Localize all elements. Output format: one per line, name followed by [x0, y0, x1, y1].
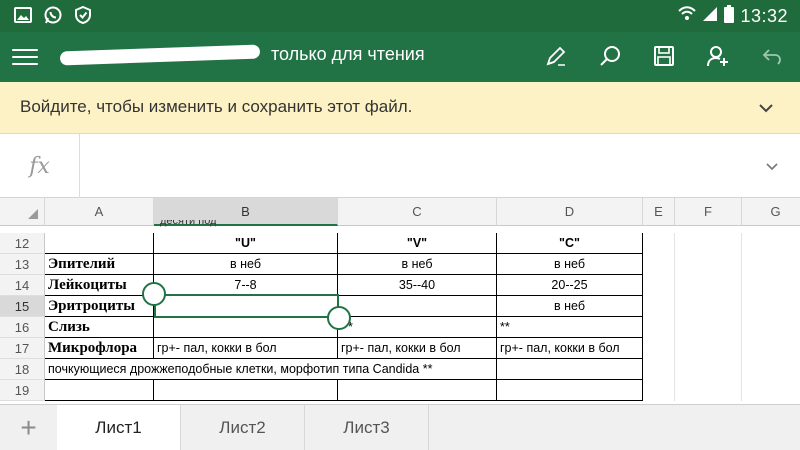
- column-header-c[interactable]: C: [338, 198, 497, 226]
- clock: 13:32: [740, 6, 788, 26]
- cell-b12[interactable]: "U": [154, 233, 338, 254]
- sign-in-message-bar[interactable]: Войдите, чтобы изменить и сохранить этот…: [0, 82, 800, 134]
- column-header-g[interactable]: G: [742, 198, 800, 226]
- row-header-16[interactable]: 16: [0, 317, 45, 338]
- cell-a12[interactable]: [45, 233, 154, 254]
- cell-a16[interactable]: Слизь: [45, 317, 154, 338]
- partial-cell-text: десяти под: [160, 220, 217, 227]
- row-header-19[interactable]: 19: [0, 380, 45, 401]
- row-header-14[interactable]: 14: [0, 275, 45, 296]
- formula-bar[interactable]: fx: [0, 134, 800, 198]
- cell-b14[interactable]: 7--8: [154, 275, 338, 296]
- tab-sheet1[interactable]: Лист1: [57, 405, 181, 450]
- spreadsheet-grid[interactable]: A B C D E F G десяти под 12 13 14 15 16 …: [0, 198, 800, 404]
- cell-a17[interactable]: Микрофлора: [45, 338, 154, 359]
- cell-d17[interactable]: гр+- пал, кокки в бол: [497, 338, 643, 359]
- row-header-18[interactable]: 18: [0, 359, 45, 380]
- cell-d16[interactable]: **: [497, 317, 643, 338]
- cell-a19[interactable]: [45, 380, 154, 401]
- tab-sheet2[interactable]: Лист2: [181, 405, 305, 450]
- sign-in-message: Войдите, чтобы изменить и сохранить этот…: [20, 97, 413, 116]
- row-header-17[interactable]: 17: [0, 338, 45, 359]
- cell-d14[interactable]: 20--25: [497, 275, 643, 296]
- whatsapp-icon: [44, 6, 62, 24]
- menu-icon[interactable]: [12, 44, 38, 70]
- cell-selection[interactable]: [154, 294, 339, 318]
- cell-c19[interactable]: [338, 380, 497, 401]
- column-header-e[interactable]: E: [643, 198, 675, 226]
- cell-c14[interactable]: 35--40: [338, 275, 497, 296]
- cell-a14[interactable]: Лейкоциты: [45, 275, 154, 296]
- add-sheet-button[interactable]: +: [0, 405, 57, 450]
- cell-d12[interactable]: "C": [497, 233, 643, 254]
- chevron-down-icon[interactable]: [754, 96, 778, 120]
- column-f-empty[interactable]: [675, 233, 742, 401]
- row-header-15[interactable]: 15: [0, 296, 45, 317]
- search-icon[interactable]: [596, 42, 624, 70]
- column-header-a[interactable]: A: [45, 198, 154, 226]
- shield-icon: [74, 5, 92, 25]
- signal-icon: [702, 6, 718, 27]
- sheet-tabs-bar: + Лист1 Лист2 Лист3: [0, 404, 800, 450]
- fx-label: fx: [0, 134, 80, 198]
- battery-icon: [724, 5, 735, 28]
- cell-c13[interactable]: в неб: [338, 254, 497, 275]
- document-title: только для чтения: [59, 44, 425, 66]
- cell-c15[interactable]: [338, 296, 497, 317]
- cell-b16[interactable]: [154, 317, 338, 338]
- column-g-empty[interactable]: [742, 233, 800, 401]
- cell-b19[interactable]: [154, 380, 338, 401]
- cell-a13[interactable]: Эпителий: [45, 254, 154, 275]
- undo-icon[interactable]: [758, 42, 786, 70]
- app-bar: только для чтения: [0, 32, 800, 82]
- share-person-icon[interactable]: [704, 42, 732, 70]
- selection-handle-top-left[interactable]: [142, 282, 166, 306]
- cell-b13[interactable]: в неб: [154, 254, 338, 275]
- row-header-12[interactable]: 12: [0, 233, 45, 254]
- cell-a18-merged[interactable]: почкующиеся дрожжеподобные клетки, морфо…: [45, 359, 497, 380]
- redacted-filename: [59, 44, 261, 66]
- tab-sheet3[interactable]: Лист3: [305, 405, 429, 450]
- select-all-corner[interactable]: [0, 198, 45, 226]
- cell-d18[interactable]: [497, 359, 643, 380]
- gallery-icon: [14, 6, 32, 24]
- cell-c17[interactable]: гр+- пал, кокки в бол: [338, 338, 497, 359]
- cell-c12[interactable]: "V": [338, 233, 497, 254]
- cell-d13[interactable]: в неб: [497, 254, 643, 275]
- cell-b17[interactable]: гр+- пал, кокки в бол: [154, 338, 338, 359]
- column-e-empty[interactable]: [643, 233, 675, 401]
- selection-handle-bottom-right[interactable]: [327, 306, 351, 330]
- chevron-down-icon[interactable]: [760, 154, 784, 178]
- column-header-f[interactable]: F: [675, 198, 742, 226]
- wifi-icon: [678, 6, 697, 27]
- save-icon[interactable]: [650, 42, 678, 70]
- pen-icon[interactable]: [542, 42, 570, 70]
- cell-a15[interactable]: Эритроциты: [45, 296, 154, 317]
- status-bar: 13:32: [0, 0, 800, 32]
- column-header-d[interactable]: D: [497, 198, 643, 226]
- cell-d19[interactable]: [497, 380, 643, 401]
- cell-c16[interactable]: *: [338, 317, 497, 338]
- row-header-13[interactable]: 13: [0, 254, 45, 275]
- cell-d15[interactable]: в неб: [497, 296, 643, 317]
